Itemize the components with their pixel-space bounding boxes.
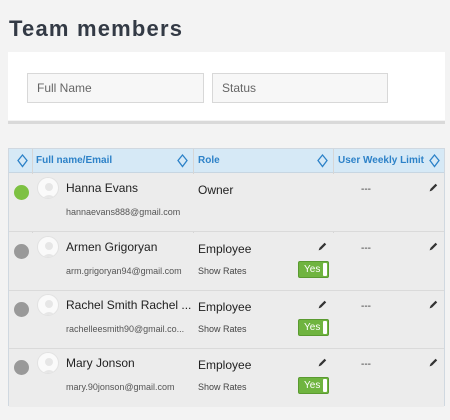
toggle-knob [323,379,327,392]
show-rates-toggle[interactable]: Yes [298,261,329,278]
member-email: rachelleesmith90@gmail.co... [66,324,185,334]
show-rates-label: Show Rates [198,266,247,276]
edit-role-pencil-icon[interactable] [317,357,328,368]
show-rates-label: Show Rates [198,382,247,392]
table-header: Full name/Email Role User Weekly Limit [9,149,444,173]
show-rates-toggle[interactable]: Yes [298,377,329,394]
member-name[interactable]: Mary Jonson [66,356,192,370]
member-name[interactable]: Armen Grigoryan [66,240,192,254]
header-full-name-email[interactable]: Full name/Email [36,149,112,173]
status-inactive-icon [14,360,29,375]
edit-limit-pencil-icon[interactable] [428,182,439,193]
status-inactive-icon [14,302,29,317]
table-row: Armen Grigoryan arm.grigoryan94@gmail.co… [9,233,444,291]
weekly-limit-value: --- [361,359,371,370]
sort-icon[interactable] [429,154,440,168]
edit-role-pencil-icon[interactable] [317,241,328,252]
member-role: Employee [198,358,252,372]
weekly-limit-value: --- [361,301,371,312]
toggle-knob [323,321,327,334]
edit-role-pencil-icon[interactable] [317,299,328,310]
edit-limit-pencil-icon[interactable] [428,299,439,310]
member-email: hannaevans888@gmail.com [66,207,181,217]
member-email: mary.90jonson@gmail.com [66,382,175,392]
team-members-table: Full name/Email Role User Weekly Limit H… [8,148,445,407]
avatar [37,352,59,374]
header-user-weekly-limit[interactable]: User Weekly Limit [338,149,424,173]
status-filter-input[interactable] [212,73,388,103]
member-role: Employee [198,242,252,256]
table-row: Hanna Evans hannaevans888@gmail.com Owne… [9,174,444,232]
sort-icon[interactable] [177,154,188,168]
edit-limit-pencil-icon[interactable] [428,241,439,252]
status-inactive-icon [14,244,29,259]
sort-icon[interactable] [17,154,28,168]
show-rates-toggle[interactable]: Yes [298,319,329,336]
sort-icon[interactable] [317,154,328,168]
edit-limit-pencil-icon[interactable] [428,357,439,368]
table-row: Mary Jonson mary.90jonson@gmail.com Empl… [9,349,444,407]
member-email: arm.grigoryan94@gmail.com [66,266,182,276]
filter-bar [8,52,445,120]
avatar [37,294,59,316]
member-role: Owner [198,183,234,197]
show-rates-label: Show Rates [198,324,247,334]
table-row: Rachel Smith Rachel ... rachelleesmith90… [9,291,444,349]
weekly-limit-value: --- [361,243,371,254]
toggle-label: Yes [304,264,321,275]
toggle-label: Yes [304,322,321,333]
avatar [37,236,59,258]
header-role[interactable]: Role [198,149,220,173]
toggle-label: Yes [304,380,321,391]
member-name[interactable]: Rachel Smith Rachel ... [66,298,192,312]
filter-bar-divider [8,121,445,124]
member-role: Employee [198,300,252,314]
member-name[interactable]: Hanna Evans [66,181,192,195]
status-active-icon [14,185,29,200]
full-name-filter-input[interactable] [27,73,204,103]
page-title: Team members [9,16,184,41]
toggle-knob [323,263,327,276]
avatar [37,177,59,199]
weekly-limit-value: --- [361,184,371,195]
